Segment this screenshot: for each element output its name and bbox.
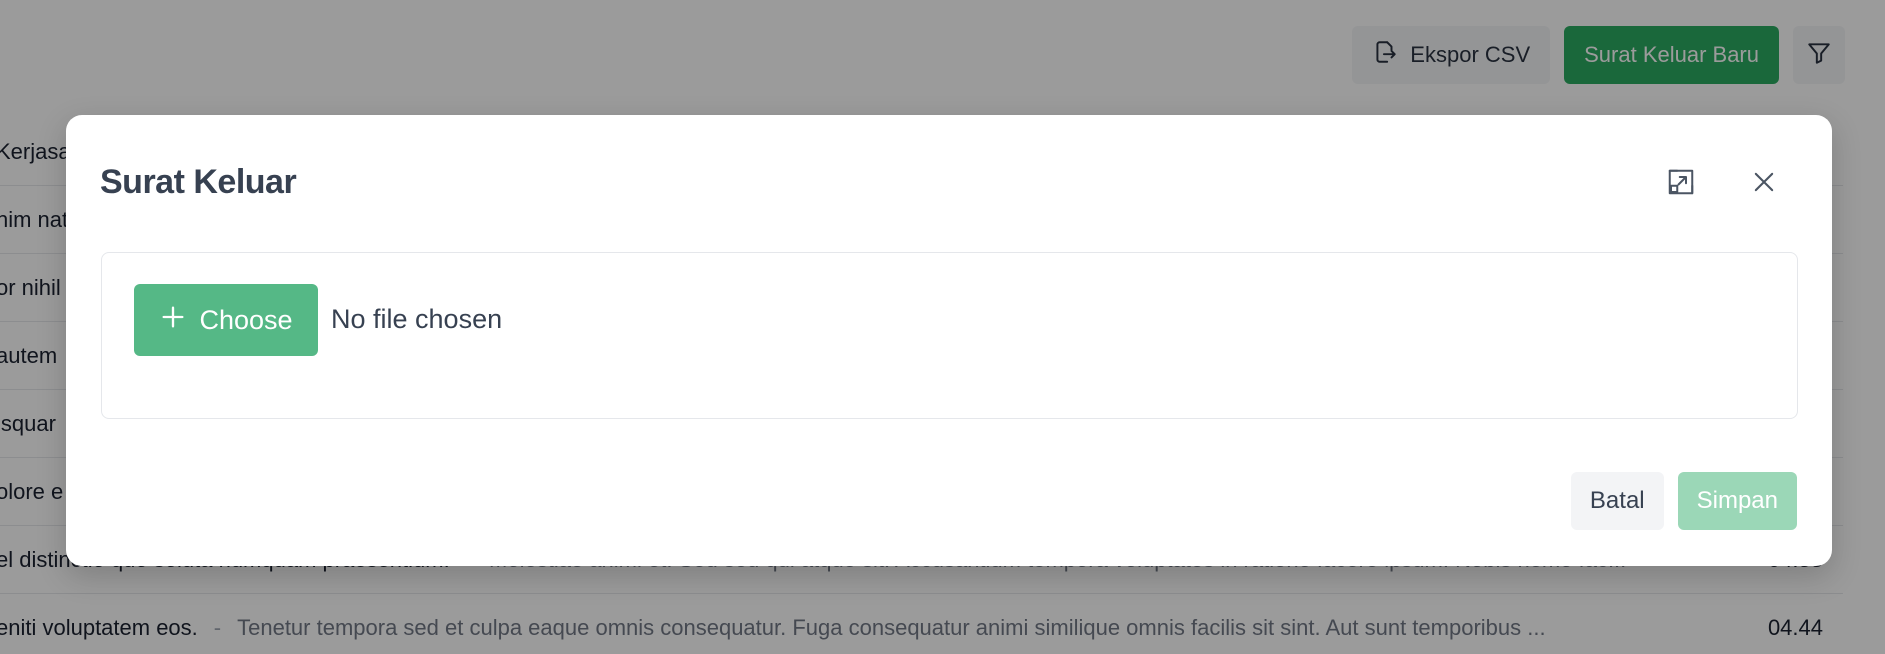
modal-title: Surat Keluar (100, 163, 297, 201)
save-button[interactable]: Simpan (1677, 472, 1797, 530)
outgoing-letter-modal: Surat Keluar Choose No file chosen Batal… (66, 115, 1832, 566)
expand-button[interactable] (1661, 164, 1701, 204)
choose-file-label: Choose (199, 304, 293, 335)
close-icon (1750, 168, 1778, 201)
file-upload-field: Choose No file chosen (101, 252, 1798, 419)
choose-file-button[interactable]: Choose (134, 284, 318, 356)
plus-icon (159, 303, 187, 338)
expand-icon (1666, 167, 1696, 202)
cancel-button[interactable]: Batal (1570, 472, 1664, 530)
file-status-text: No file chosen (331, 304, 503, 334)
modal-footer: Batal Simpan (1570, 472, 1797, 530)
close-button[interactable] (1744, 164, 1784, 204)
